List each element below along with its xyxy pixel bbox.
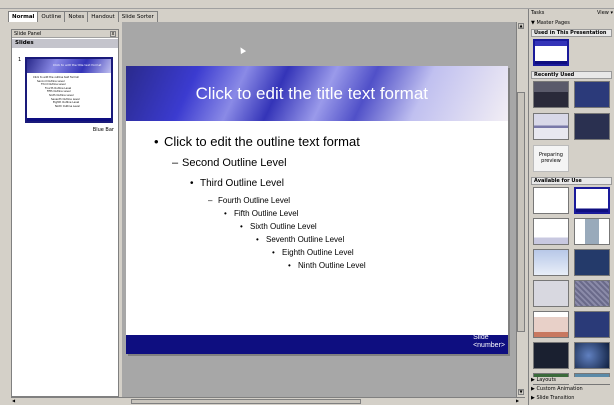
slides-header: Slides [12,39,118,48]
master-available-6[interactable] [574,249,610,276]
recently-used-header[interactable]: Recently Used [531,71,612,79]
master-used-blue-bar[interactable] [533,39,569,66]
tab-normal[interactable]: Normal [8,11,39,22]
preparing-preview-tile: Preparing preview [533,145,569,172]
outline-level-4[interactable]: – Fourth Outline Level [208,196,290,205]
master-available-1[interactable] [533,187,569,214]
outline-level-6[interactable]: • Sixth Outline Level [240,222,317,231]
slide-panel-title: Slide Panel [12,30,118,38]
master-available-4[interactable] [574,218,610,245]
master-recent-2[interactable] [574,81,610,108]
slide-thumbnail-name: Blue Bar [92,127,114,133]
view-tabs: Normal Outline Notes Handout Slide Sorte… [8,11,158,22]
layouts-section[interactable]: ▶ Layouts [531,377,613,384]
slide-panel: Slide Panel x Slides 1 Click to edit the… [11,29,119,397]
close-icon[interactable]: x [110,31,116,37]
slide-transition-section[interactable]: ▶ Slide Transition [531,395,613,402]
available-for-use-header[interactable]: Available for Use [531,177,612,185]
master-available-10[interactable] [574,311,610,338]
slide-footer-bar [126,335,508,354]
outline-level-1[interactable]: • Click to edit the outline text format [154,134,360,149]
scroll-up-icon[interactable]: ▲ [518,23,524,29]
thumbnail-title: Click to edit the title text format [53,63,102,67]
outline-level-8[interactable]: • Eighth Outline Level [272,248,354,257]
horizontal-scrollbar[interactable]: ◀ ▶ [11,397,525,405]
master-available-8[interactable] [574,280,610,307]
master-recent-3[interactable] [533,113,569,140]
slide-title[interactable]: Click to edit the title text format [126,66,508,121]
outline-level-5[interactable]: • Fifth Outline Level [224,209,298,218]
top-toolbar-strip [0,0,614,9]
tab-outline[interactable]: Outline [37,11,66,22]
used-in-presentation-header[interactable]: Used in This Presentation [531,29,612,37]
custom-animation-section[interactable]: ▶ Custom Animation [531,386,613,393]
task-pane: Tasks View ▾ ▼ Master Pages Used in This… [528,9,614,405]
master-recent-1[interactable] [533,81,569,108]
master-available-12[interactable] [574,342,610,369]
master-pages-section[interactable]: ▼ Master Pages [531,20,613,27]
master-available-11[interactable] [533,342,569,369]
outline-level-7[interactable]: • Seventh Outline Level [256,235,344,244]
scroll-right-icon[interactable]: ▶ [516,398,522,404]
master-recent-4[interactable] [574,113,610,140]
master-available-2[interactable] [574,187,610,214]
master-available-9[interactable] [533,311,569,338]
slide-canvas[interactable]: Click to edit the title text format • Cli… [126,66,508,354]
master-available-5[interactable] [533,249,569,276]
thumbnail-outline: Click to edit the outline text format Se… [33,76,80,108]
outline-level-3[interactable]: • Third Outline Level [190,178,284,189]
tab-handout[interactable]: Handout [87,11,119,22]
slide-number-field[interactable]: Slide <number> [473,334,505,350]
tab-slide-sorter[interactable]: Slide Sorter [117,11,158,22]
slide-thumbnail[interactable]: Click to edit the title text format Clic… [25,57,113,123]
hscroll-thumb[interactable] [131,399,361,404]
scroll-down-icon[interactable]: ▼ [518,389,524,395]
view-menu[interactable]: View ▾ [597,10,613,17]
vertical-scrollbar[interactable]: ▲ ▼ [516,22,525,398]
scrollbar-thumb[interactable] [517,92,525,332]
scroll-left-icon[interactable]: ◀ [12,398,18,404]
outline-level-9[interactable]: • Ninth Outline Level [288,261,366,270]
tab-notes[interactable]: Notes [64,11,89,22]
master-available-3[interactable] [533,218,569,245]
master-available-7[interactable] [533,280,569,307]
outline-level-2[interactable]: – Second Outline Level [172,157,287,169]
slide-thumbnail-number: 1 [18,57,22,63]
